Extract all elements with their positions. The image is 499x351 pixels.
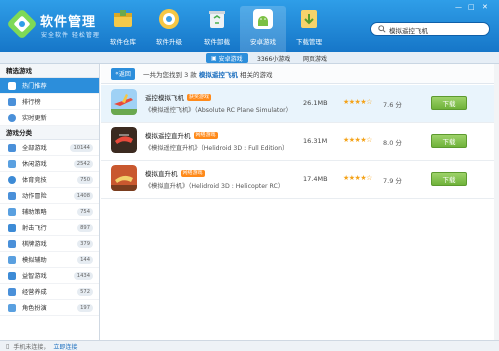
simulation-icon [8,255,16,264]
sidebar-item-sports[interactable]: 体育竞技 750 [0,172,99,188]
sidebar-item-simulation[interactable]: 模拟辅助 144 [0,252,99,268]
game-score: 7.9 分 [383,177,402,185]
game-name[interactable]: 遥控模拟飞机 [145,92,184,102]
sidebar: 精选游戏 热门推荐 排行榜 实时更新 游戏分类 全部游戏 10144 休闲游戏 25… [0,64,100,340]
close-button[interactable]: ✕ [482,3,488,11]
sidebar-item-action[interactable]: 动作冒险 1408 [0,188,99,204]
app-title: 软件管理 [40,15,97,30]
action-icon [8,191,16,200]
game-size: 26.1MB [303,99,328,107]
sidebar-item-rpg[interactable]: 角色扮演 197 [0,300,99,316]
nav-download-manager[interactable]: 下载管理 [286,6,332,52]
rating-stars-icon: ★★★★☆ [343,98,372,106]
game-description: 《模拟直升机》（Helidroid 3D : Helicopter RC） [145,183,285,190]
grid-icon [8,143,16,152]
sidebar-item-updates[interactable]: 实时更新 [0,110,99,126]
sidebar-item-all[interactable]: 全部游戏 10144 [0,140,99,156]
sidebar-item-strategy[interactable]: 辅助策略 754 [0,204,99,220]
game-size: 17.4MB [303,175,328,183]
app-logo-icon [8,10,36,38]
scrollbar[interactable] [494,64,499,340]
upgrade-icon [156,6,182,32]
result-bar: « 返回 一共为您找到 3 款 模拟遥控飞机 相关的游戏 [101,64,499,84]
nav-software-uninstall[interactable]: 软件卸载 [194,6,240,52]
game-thumbnail [111,89,137,115]
ranking-icon [8,97,16,106]
sidebar-item-shooting[interactable]: 射击飞行 897 [0,220,99,236]
chess-icon [8,239,16,248]
sidebar-item-casual[interactable]: 休闲游戏 2542 [0,156,99,172]
tab-android-games[interactable]: ▣ 安卓游戏 [206,53,248,63]
search-input[interactable]: 模拟遥控飞机 [389,25,428,35]
nav-software-upgrade[interactable]: 软件升级 [146,6,192,52]
tab-3366-games[interactable]: 3366小游戏 [252,53,295,63]
recycle-icon [204,6,230,32]
tab-web-games[interactable]: 网页游戏 [298,53,332,63]
rating-stars-icon: ★★★★☆ [343,174,372,182]
game-badge: 网络游戏 [180,169,205,177]
sidebar-item-chess[interactable]: 棋牌游戏 379 [0,236,99,252]
thumbs-up-icon [8,81,16,90]
box-icon [110,6,136,32]
nav-software-store[interactable]: 软件仓库 [100,6,146,52]
rpg-icon [8,303,16,312]
search-icon [378,25,386,33]
game-description: 《模拟遥控直升机》（Helidroid 3D : Full Edition） [145,145,289,152]
category-header: 游戏分类 [0,126,99,140]
game-badge: 网络游戏 [193,131,218,139]
clock-icon [8,113,16,122]
featured-header: 精选游戏 [0,64,99,78]
sub-tabs: ▣ 安卓游戏 3366小游戏 网页游戏 [0,52,499,64]
plane-icon [8,223,16,232]
game-thumbnail [111,165,137,191]
game-row[interactable]: 模拟直升机 网络游戏 《模拟直升机》（Helidroid 3D : Helico… [101,161,499,199]
status-text: 手机未连接， [13,343,50,351]
connect-link[interactable]: 立即连接 [53,342,77,351]
rating-stars-icon: ★★★★☆ [343,136,372,144]
game-score: 7.6 分 [383,101,402,109]
search-box[interactable]: 模拟遥控飞机 [370,22,490,36]
casual-icon [8,159,16,168]
sidebar-item-management[interactable]: 经营养成 572 [0,284,99,300]
download-button[interactable]: 下载 [431,134,467,148]
app-subtitle: 安全软件 轻松管理 [41,32,100,39]
game-name[interactable]: 模拟直升机 [145,168,178,178]
back-button[interactable]: « 返回 [111,67,135,80]
strategy-icon [8,207,16,216]
download-button[interactable]: 下载 [431,172,467,186]
result-summary: 一共为您找到 3 款 模拟遥控飞机 相关的游戏 [143,70,273,79]
sports-icon [8,175,16,184]
sidebar-item-puzzle[interactable]: 益智游戏 1434 [0,268,99,284]
sidebar-item-ranking[interactable]: 排行榜 [0,94,99,110]
game-size: 16.31M [303,137,328,145]
game-description: 《模拟遥控飞机》（Absolute RC Plane Simulator） [145,107,292,114]
game-thumbnail [111,127,137,153]
minimize-button[interactable]: — [455,3,462,11]
nav-android-games[interactable]: 安卓游戏 [240,6,286,52]
android-icon: ▣ [211,54,217,62]
management-icon [8,287,16,296]
puzzle-icon [8,271,16,280]
download-icon [296,6,322,32]
top-header: 软件管理 安全软件 轻松管理 软件仓库 软件升级 软件卸载 安卓游戏 下载管理 … [0,0,499,52]
android-icon [250,6,276,32]
maximize-button[interactable]: □ [468,3,475,11]
main-content: « 返回 一共为您找到 3 款 模拟遥控飞机 相关的游戏 遥控模拟飞机 获奖游戏… [101,64,499,340]
download-button[interactable]: 下载 [431,96,467,110]
sidebar-item-hot[interactable]: 热门推荐 [0,78,99,94]
phone-icon: ▯ [6,342,10,350]
status-bar: ▯ 手机未连接， 立即连接 [0,340,499,351]
game-row[interactable]: 遥控模拟飞机 获奖游戏 《模拟遥控飞机》（Absolute RC Plane S… [101,85,499,123]
game-name[interactable]: 模拟遥控直升机 [145,130,191,140]
game-row[interactable]: 模拟遥控直升机 网络游戏 《模拟遥控直升机》（Helidroid 3D : Fu… [101,123,499,161]
game-score: 8.0 分 [383,139,402,147]
game-badge: 获奖游戏 [187,93,212,101]
